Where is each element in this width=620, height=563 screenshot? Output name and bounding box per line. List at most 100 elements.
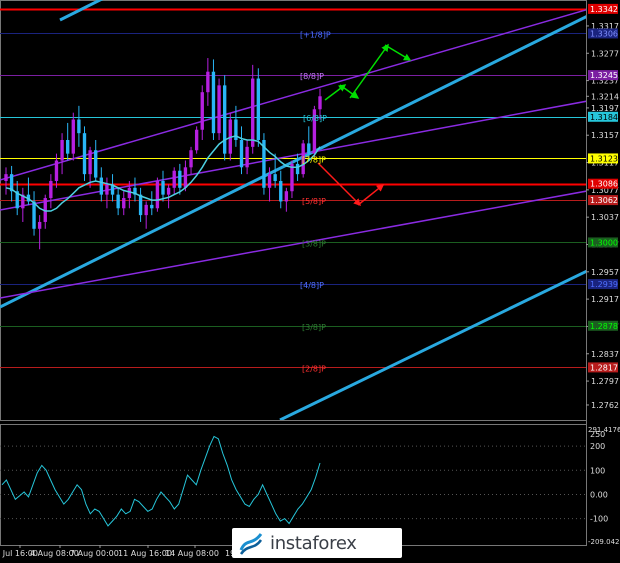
bull-candle: [189, 150, 193, 168]
bear-candle: [116, 194, 120, 209]
price-tick-label: 1.3214: [591, 92, 619, 101]
bear-candle: [239, 140, 244, 168]
price-tick-label: 1.3157: [591, 131, 619, 140]
bull-candle: [88, 150, 92, 175]
price-label-text: 1.3086: [590, 180, 618, 189]
murrey-level-label: [7/8]P: [302, 155, 326, 164]
bear-candle: [94, 150, 98, 178]
bull-candle: [37, 221, 42, 229]
time-tick-label: 11 Aug 16:00: [118, 549, 172, 558]
bear-candle: [99, 177, 104, 195]
bear-candle: [256, 78, 261, 140]
bull-candle: [71, 119, 75, 154]
murrey-level-label: [2/8]P: [302, 364, 326, 373]
bull-candle: [166, 187, 171, 195]
price-axis: 1.33171.32771.32371.32141.31971.31571.31…: [586, 0, 619, 545]
main-plot-area: [0, 0, 587, 546]
bull-candle: [284, 191, 289, 202]
bear-candle: [307, 143, 311, 154]
bull-candle: [105, 184, 109, 195]
price-tick-label: 1.2762: [591, 401, 619, 410]
murrey-level-label: [3/8]P: [302, 239, 326, 248]
channel-group: [0, 0, 586, 420]
bear-candle: [161, 180, 165, 195]
green-forecast-arrow: [384, 44, 412, 61]
bull-candle: [60, 140, 64, 161]
oscillator-tick-label: -100: [590, 515, 608, 524]
bull-candle: [251, 78, 255, 147]
instaforex-logo-icon: [239, 533, 263, 555]
bull-candle: [49, 180, 53, 199]
oscillator-axis: 291.41762502001000.00-100-209.042: [588, 426, 620, 546]
bull-candle: [122, 198, 126, 209]
price-tick-label: 1.3037: [591, 213, 619, 222]
time-tick-label: 7 Aug 00:00: [70, 549, 119, 558]
bull-candle: [194, 129, 199, 151]
watermark-badge: instaforex: [232, 528, 402, 558]
bull-candle: [144, 204, 148, 216]
bull-candle: [217, 85, 221, 134]
bull-candle: [318, 96, 322, 110]
main-pane-border: [0, 0, 587, 421]
bull-candle: [54, 160, 59, 181]
bear-candle: [211, 71, 216, 134]
bear-candle: [138, 194, 143, 216]
murrey-level-labels: [+1/8]P [8/8]P [6/8]P [7/8]P [5/8]P [3/8]P [4/…: [300, 30, 331, 373]
bull-candle: [245, 146, 249, 168]
bull-candle: [200, 92, 204, 130]
bear-candle: [82, 133, 87, 175]
watermark-text: instaforex: [270, 532, 357, 554]
cci-line: [1, 435, 321, 527]
bear-candle: [273, 174, 277, 181]
bear-candle: [77, 119, 81, 134]
price-label-text: 1.3184: [590, 113, 618, 122]
price-tick-label: 1.2917: [591, 295, 619, 304]
green-forecast-arrow: [349, 43, 389, 99]
time-tick-label: 14 Aug 08:00: [165, 549, 219, 558]
oscillator-tick-label: 250: [590, 430, 605, 439]
bear-candle: [222, 85, 227, 154]
bear-candle: [65, 140, 70, 154]
price-tick-label: 1.3277: [591, 49, 619, 58]
bull-candle: [172, 170, 176, 188]
red-forecast-arrow: [357, 184, 385, 206]
price-label-text: 1.2878: [590, 322, 618, 331]
price-label-text: 1.3306: [590, 29, 618, 38]
murrey-level-label: [8/8]P: [300, 72, 324, 81]
price-tick-label: 1.2957: [591, 268, 619, 277]
murrey-level-label: [4/8]P: [300, 281, 324, 290]
price-label-text: 1.2939: [590, 280, 618, 289]
bull-candle: [183, 167, 188, 188]
bear-candle: [295, 163, 300, 175]
oscillator-tick-label: 100: [590, 466, 605, 475]
price-tick-label: 1.2837: [591, 350, 619, 359]
price-label-text: 1.3245: [590, 71, 618, 80]
price-tick-label: 1.3197: [591, 104, 619, 113]
bull-candle: [206, 71, 210, 93]
oscillator-min-label: -209.042: [588, 538, 619, 546]
bull-candle: [267, 174, 272, 188]
bear-candle: [279, 180, 283, 202]
bull-candle: [155, 180, 160, 209]
price-label-text: 1.2817: [590, 363, 618, 372]
bull-candle: [4, 174, 8, 181]
price-label-text: 1.3062: [590, 196, 618, 205]
forecast-arrows: [317, 43, 412, 207]
price-label-text: 1.3123: [590, 154, 618, 163]
oscillator-tick-label: 200: [590, 442, 605, 451]
channel-line: [279, 269, 586, 420]
cci-oscillator: [0, 435, 586, 527]
murrey-level-label: [6/8]P: [303, 114, 327, 123]
bear-candle: [150, 204, 154, 209]
candlesticks: [4, 58, 322, 250]
murrey-level-label: [+1/8]P: [300, 30, 331, 39]
price-label-text: 1.3000: [590, 238, 618, 247]
bear-candle: [178, 170, 182, 188]
oscillator-tick-label: 0.00: [590, 490, 608, 499]
price-tick-label: 1.2797: [591, 377, 619, 386]
bear-candle: [32, 201, 36, 229]
price-chart: [+1/8]P [8/8]P [6/8]P [7/8]P [5/8]P [3/8]P [4/…: [0, 0, 620, 558]
channel-lines: [0, 0, 586, 420]
murrey-level-label: [3/8]P: [302, 323, 326, 332]
price-label-text: 1.3342: [590, 5, 618, 14]
